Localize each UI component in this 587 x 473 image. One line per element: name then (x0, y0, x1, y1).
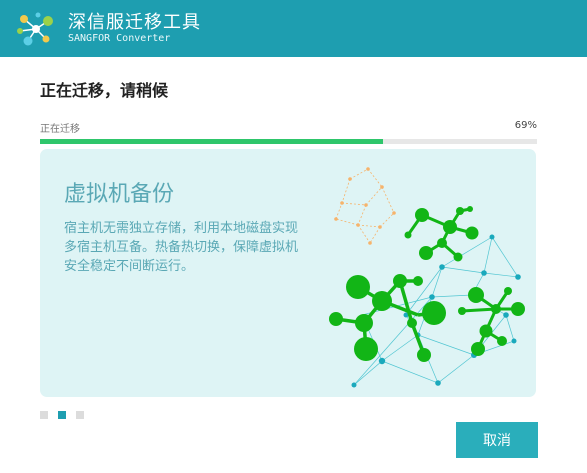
progress-label: 正在迁移 (40, 124, 80, 135)
progress-percent: 69% (514, 120, 537, 131)
app-title: 深信服迁移工具 (68, 12, 201, 33)
pager-dot[interactable] (76, 411, 84, 419)
feature-slide: 虚拟机备份 宿主机无需独立存储，利用本地磁盘实现多宿主机互备。热备热切换，保障虚… (40, 149, 536, 397)
page-title: 正在迁移，请稍候 (40, 81, 169, 100)
progress-bar (40, 139, 537, 144)
pager-dot[interactable] (40, 411, 48, 419)
cancel-button[interactable]: 取消 (456, 422, 538, 458)
slide-description: 宿主机无需独立存储，利用本地磁盘实现多宿主机互备。热备热切换，保障虚拟机安全稳定… (64, 221, 299, 274)
progress-bar-fill (40, 139, 383, 144)
app-logo-icon (17, 12, 53, 46)
network-illustration (329, 167, 525, 388)
slide-title: 虚拟机备份 (64, 182, 175, 207)
title-bar: 深信服迁移工具 SANGFOR Converter (0, 0, 587, 57)
pager-dot-active[interactable] (58, 411, 66, 419)
app-subtitle: SANGFOR Converter (68, 33, 171, 44)
